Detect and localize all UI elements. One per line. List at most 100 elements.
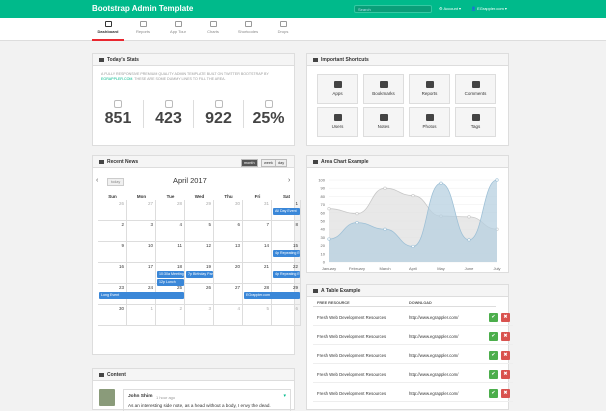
delete-button[interactable]: ✖	[501, 351, 510, 360]
bookmark-icon	[313, 57, 318, 62]
calendar-day[interactable]: 7	[243, 221, 272, 242]
shortcut-photos[interactable]: Photos	[409, 107, 450, 137]
day-number: 2	[121, 222, 124, 227]
nav-shortcodes[interactable]: Shortcodes	[232, 21, 264, 41]
account-dropdown[interactable]: ⚙ Account ▾	[439, 6, 461, 11]
view-month-button[interactable]: month	[241, 159, 258, 167]
nav-dashboard[interactable]: Dashboard	[92, 21, 124, 41]
calendar-event[interactable]: Long Event	[99, 292, 184, 299]
shortcut-users[interactable]: Users	[317, 107, 358, 137]
delete-button[interactable]: ✖	[501, 313, 510, 322]
calendar-day[interactable]: 28	[156, 200, 185, 221]
calendar-event[interactable]: All Day Event	[273, 208, 300, 215]
day-number: 29	[205, 201, 211, 206]
calendar-day[interactable]: 2	[156, 305, 185, 326]
stats-desc-link[interactable]: EGrappler.com	[101, 77, 132, 81]
calendar-day[interactable]: 17	[127, 263, 156, 284]
calendar-day[interactable]: 20	[214, 263, 243, 284]
calendar-day[interactable]: 26	[185, 284, 214, 305]
calendar-day[interactable]: 14	[243, 242, 272, 263]
shortcut-apps[interactable]: Apps	[317, 74, 358, 104]
content-header: Content	[93, 369, 294, 381]
comment-author[interactable]: John Shim	[128, 394, 153, 399]
calendar-day[interactable]: 31	[243, 200, 272, 221]
calendar-day[interactable]: 6	[272, 305, 301, 326]
calendar-day[interactable]: 10	[127, 242, 156, 263]
calendar-day[interactable]: 21	[243, 263, 272, 284]
calendar-day[interactable]: 1	[127, 305, 156, 326]
day-number: 12	[205, 243, 211, 248]
user-dropdown[interactable]: 👤 EGrappler.com ▾	[471, 6, 507, 11]
approve-button[interactable]: ✔	[489, 332, 498, 341]
calendar-day[interactable]: 2	[98, 221, 127, 242]
table-row: Fresh Web Development Resources http://ww…	[313, 366, 513, 383]
calendar-next-button[interactable]: ›	[288, 177, 290, 184]
day-number: 26	[118, 201, 124, 206]
calendar-day[interactable]: 3	[127, 221, 156, 242]
calendar-day[interactable]: 12	[185, 242, 214, 263]
download-link[interactable]: http://www.egrappler.com/	[409, 391, 458, 396]
brand-title[interactable]: Bootstrap Admin Template	[92, 4, 193, 13]
day-number: 27	[147, 201, 153, 206]
calendar-event[interactable]: 4p Repeating Event	[273, 271, 300, 278]
resource-cell: Fresh Web Development Resources	[317, 334, 387, 339]
shortcut-tags[interactable]: Tags	[455, 107, 496, 137]
calendar-day[interactable]: 3	[185, 305, 214, 326]
calendar-day[interactable]: 4	[214, 305, 243, 326]
search-input[interactable]: Search	[354, 5, 432, 13]
calendar-day[interactable]: 30	[214, 200, 243, 221]
calendar-day[interactable]: 9	[98, 242, 127, 263]
calendar-event[interactable]: 4p Repeating Event	[273, 250, 300, 257]
calendar-day[interactable]: 30	[98, 305, 127, 326]
delete-button[interactable]: ✖	[501, 370, 510, 379]
shortcut-bookmarks[interactable]: Bookmarks	[363, 74, 404, 104]
weekday-wed: Wed	[194, 194, 205, 199]
day-number: 4	[237, 306, 240, 311]
calendar-event[interactable]: 7p Birthday Party	[186, 271, 213, 278]
comment-arrow-icon[interactable]: ▾	[283, 393, 286, 399]
approve-button[interactable]: ✔	[489, 389, 498, 398]
view-day-button[interactable]: day	[275, 159, 288, 167]
delete-button[interactable]: ✖	[501, 389, 510, 398]
download-link[interactable]: http://www.egrappler.com/	[409, 353, 458, 358]
data-point	[355, 221, 359, 225]
shortcut-comments[interactable]: Comments	[455, 74, 496, 104]
calendar-day[interactable]: 5	[185, 221, 214, 242]
calendar-day[interactable]: 26	[98, 200, 127, 221]
shortcut-reports[interactable]: Reports	[409, 74, 450, 104]
calendar-day[interactable]: 13	[214, 242, 243, 263]
calendar-event[interactable]: 12p Lunch	[157, 279, 184, 286]
calendar-day[interactable]: 29	[185, 200, 214, 221]
nav-app-tour[interactable]: App Tour	[162, 21, 194, 41]
calendar-day[interactable]: 16	[98, 263, 127, 284]
nav-charts[interactable]: Charts	[197, 21, 229, 41]
calendar-day[interactable]: 27	[127, 200, 156, 221]
calendar-event[interactable]: EGrappler.com	[244, 292, 300, 299]
nav-drops[interactable]: Drops	[267, 21, 299, 41]
calendar-day[interactable]: 11	[156, 242, 185, 263]
bookmark-icon	[379, 81, 388, 88]
day-number: 30	[234, 201, 240, 206]
day-number: 14	[263, 243, 269, 248]
calendar-day[interactable]: 4	[156, 221, 185, 242]
approve-button[interactable]: ✔	[489, 313, 498, 322]
calendar-event[interactable]: 10:30a Meeting	[157, 271, 184, 278]
delete-button[interactable]: ✖	[501, 332, 510, 341]
approve-button[interactable]: ✔	[489, 351, 498, 360]
area-chart-panel: Area Chart Example 0 10 20 30 40 50 60 70 80 90 10…	[306, 155, 509, 273]
calendar-prev-button[interactable]: ‹	[96, 177, 98, 184]
calendar-day[interactable]: 27	[214, 284, 243, 305]
download-link[interactable]: http://www.egrappler.com/	[409, 334, 458, 339]
calendar-day[interactable]: 6	[214, 221, 243, 242]
calendar-today-button[interactable]: today	[107, 178, 125, 186]
approve-button[interactable]: ✔	[489, 370, 498, 379]
calendar-day[interactable]: 8	[272, 221, 301, 242]
view-week-button[interactable]: week	[261, 159, 276, 167]
stat-item: 851	[93, 100, 143, 128]
shortcut-notes[interactable]: Notes	[363, 107, 404, 137]
nav-reports[interactable]: Reports	[127, 21, 159, 41]
day-number: 8	[295, 222, 298, 227]
calendar-day[interactable]: 5	[243, 305, 272, 326]
download-link[interactable]: http://www.egrappler.com/	[409, 315, 458, 320]
download-link[interactable]: http://www.egrappler.com/	[409, 372, 458, 377]
